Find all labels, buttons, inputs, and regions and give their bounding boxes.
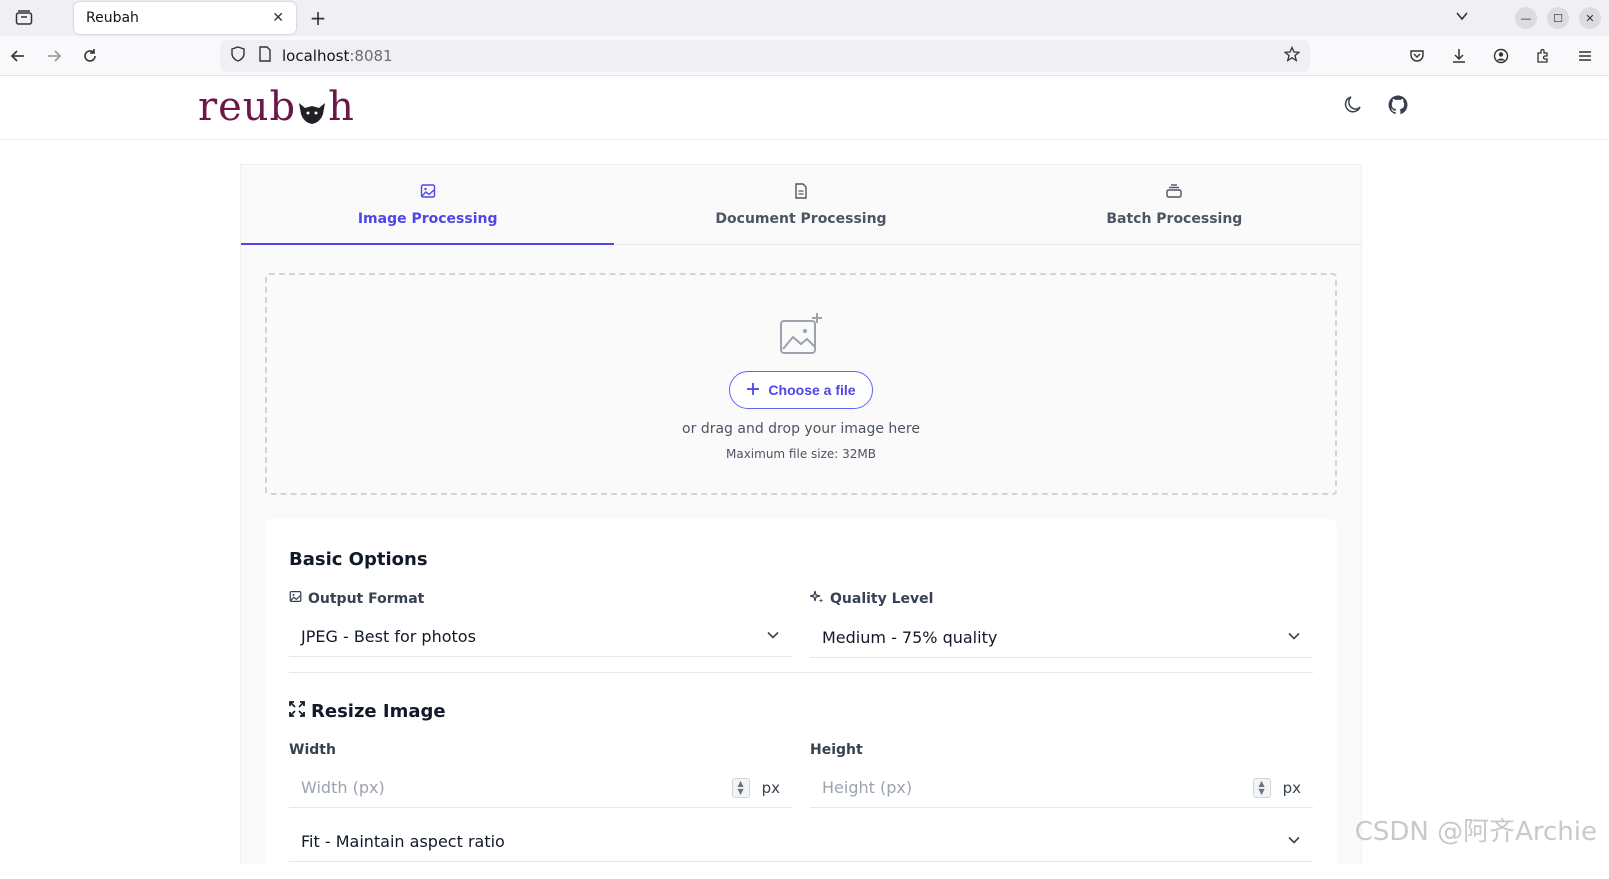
file-dropzone[interactable]: Choose a file or drag and drop your imag…	[265, 273, 1337, 495]
tab-label: Batch Processing	[1106, 211, 1242, 227]
reload-icon[interactable]	[72, 38, 108, 74]
forward-arrow-icon[interactable]	[36, 38, 72, 74]
section-divider	[289, 672, 1313, 673]
width-placeholder: Width (px)	[301, 778, 732, 797]
chevron-down-icon	[766, 627, 780, 646]
chevron-down-icon	[1287, 628, 1301, 647]
expand-icon	[289, 701, 305, 722]
choose-file-label: Choose a file	[768, 382, 855, 398]
resize-image-title-row: Resize Image	[289, 701, 1313, 722]
quality-level-select[interactable]: Medium - 75% quality	[810, 618, 1313, 658]
back-arrow-icon[interactable]	[0, 38, 36, 74]
shield-icon[interactable]	[230, 46, 246, 66]
browser-navbar: localhost:8081	[0, 36, 1609, 76]
output-format-label: Output Format	[308, 591, 424, 607]
pocket-icon[interactable]	[1399, 38, 1435, 74]
page-icon[interactable]	[258, 46, 272, 66]
output-format-value: JPEG - Best for photos	[301, 627, 476, 646]
cat-logo-icon	[296, 91, 328, 123]
image-icon	[420, 183, 436, 203]
account-icon[interactable]	[1483, 38, 1519, 74]
height-input[interactable]: Height (px) ▲▼ px	[810, 768, 1313, 808]
height-field: Height Height (px) ▲▼ px	[810, 742, 1313, 808]
basic-options-title: Basic Options	[289, 549, 1313, 570]
browser-tab[interactable]: Reubah ✕	[74, 2, 296, 34]
menu-icon[interactable]	[1567, 38, 1603, 74]
moon-icon[interactable]	[1343, 94, 1363, 120]
logo-text-right: h	[328, 84, 355, 130]
processing-tabs: Image Processing Document Processing Bat…	[241, 165, 1361, 245]
height-unit: px	[1283, 779, 1301, 797]
browser-tabbar: Reubah ✕ + — ☐ ✕	[0, 0, 1609, 36]
tab-label: Image Processing	[358, 211, 498, 227]
window-close-icon[interactable]: ✕	[1579, 7, 1601, 29]
resize-image-title: Resize Image	[311, 701, 446, 722]
logo[interactable]: reub h	[198, 84, 355, 130]
fit-mode-value: Fit - Maintain aspect ratio	[301, 832, 505, 851]
watermark: CSDN @阿齐Archie	[1355, 811, 1597, 848]
github-icon[interactable]	[1387, 94, 1409, 120]
maximize-icon[interactable]: ☐	[1547, 7, 1569, 29]
height-placeholder: Height (px)	[822, 778, 1253, 797]
width-field: Width Width (px) ▲▼ px	[289, 742, 792, 808]
width-unit: px	[762, 779, 780, 797]
main-card: Image Processing Document Processing Bat…	[240, 164, 1362, 864]
height-stepper[interactable]: ▲▼	[1253, 778, 1271, 798]
sparkles-icon	[810, 590, 824, 608]
chevron-down-icon	[1287, 832, 1301, 851]
url-port: :8081	[349, 47, 392, 65]
browser-tab-title: Reubah	[86, 10, 272, 26]
image-icon	[289, 590, 302, 607]
download-icon[interactable]	[1441, 38, 1477, 74]
close-icon[interactable]: ✕	[272, 10, 284, 26]
star-icon[interactable]	[1284, 46, 1300, 66]
width-input[interactable]: Width (px) ▲▼ px	[289, 768, 792, 808]
tab-image-processing[interactable]: Image Processing	[241, 165, 614, 244]
quality-level-field: Quality Level Medium - 75% quality	[810, 590, 1313, 658]
output-format-field: Output Format JPEG - Best for photos	[289, 590, 792, 658]
height-label: Height	[810, 742, 1313, 758]
extensions-icon[interactable]	[1525, 38, 1561, 74]
tab-batch-processing[interactable]: Batch Processing	[988, 165, 1361, 244]
fit-mode-select[interactable]: Fit - Maintain aspect ratio	[289, 822, 1313, 862]
choose-file-button[interactable]: Choose a file	[729, 371, 872, 409]
document-icon	[794, 183, 808, 203]
window-controls: — ☐ ✕	[1515, 0, 1609, 36]
new-tab-icon[interactable]: +	[306, 6, 330, 30]
url-host: localhost	[282, 47, 349, 65]
width-stepper[interactable]: ▲▼	[732, 778, 750, 798]
options-panel: Basic Options Output Format JPEG - Best …	[265, 519, 1337, 879]
image-upload-icon	[777, 311, 825, 359]
plus-icon	[746, 382, 760, 399]
chevron-down-icon[interactable]	[1455, 8, 1469, 27]
tab-list-icon[interactable]	[0, 0, 48, 36]
output-format-select[interactable]: JPEG - Best for photos	[289, 617, 792, 657]
drag-drop-text: or drag and drop your image here	[682, 421, 920, 437]
app-header: reub h	[0, 76, 1609, 140]
width-label: Width	[289, 742, 792, 758]
stack-icon	[1165, 183, 1183, 203]
quality-level-value: Medium - 75% quality	[822, 628, 997, 647]
max-file-size-text: Maximum file size: 32MB	[726, 447, 876, 461]
minimize-icon[interactable]: —	[1515, 7, 1537, 29]
tab-document-processing[interactable]: Document Processing	[614, 165, 987, 244]
url-bar[interactable]: localhost:8081	[220, 40, 1310, 72]
quality-level-label: Quality Level	[830, 591, 933, 607]
logo-text-left: reub	[198, 84, 296, 130]
tab-label: Document Processing	[715, 211, 886, 227]
